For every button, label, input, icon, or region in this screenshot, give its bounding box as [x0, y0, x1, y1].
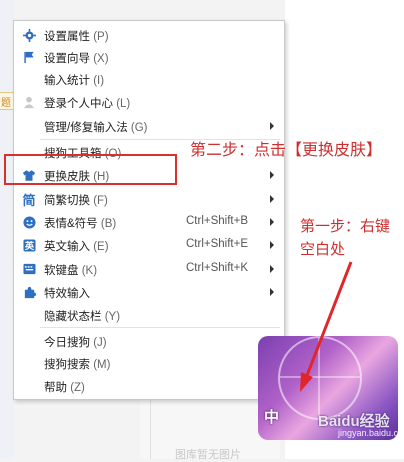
- menu-item-label: 软键盘: [44, 265, 79, 277]
- menu-item-label: 输入统计: [44, 75, 90, 87]
- background-notice-strip: 题: [0, 92, 14, 110]
- menu-item-key: (J): [93, 337, 107, 349]
- background-bottom-text: 图库暂无图片: [175, 449, 241, 461]
- menu-item-label: 设置属性: [44, 31, 90, 43]
- user-icon: [22, 95, 36, 109]
- menu-item-label: 英文输入: [44, 241, 90, 253]
- menu-item-login[interactable]: 登录个人中心 (L): [14, 92, 284, 112]
- menu-separator: [40, 327, 280, 328]
- puzzle-icon: [22, 285, 36, 299]
- watermark-url: jingyan.baidu.com: [338, 428, 398, 438]
- menu-item-key: (Z): [70, 382, 85, 394]
- menu-item-key: (I): [93, 75, 105, 87]
- keyboard-icon: [22, 262, 36, 276]
- menu-item-label: 管理/修复输入法: [44, 122, 128, 134]
- menu-item-manage-repair[interactable]: 管理/修复输入法 (G): [14, 116, 284, 136]
- menu-item-simp-trad[interactable]: 简 简繁切换 (F): [14, 189, 284, 209]
- svg-text:英: 英: [24, 239, 34, 250]
- submenu-arrow-icon: [270, 241, 274, 249]
- context-menu: 设置属性 (P) 设置向导 (X) 输入统计 (I) 登录个人中心 (L) 管理…: [13, 20, 285, 400]
- menu-item-today-sogou[interactable]: 今日搜狗 (J): [14, 331, 284, 351]
- background-divider: [150, 398, 151, 459]
- background-left-panel: [0, 0, 14, 459]
- menu-item-key: (X): [93, 53, 109, 65]
- menu-item-key: (B): [100, 218, 117, 230]
- menu-item-label: 登录个人中心: [44, 98, 113, 110]
- menu-item-label: 隐藏状态栏: [44, 311, 102, 323]
- ferris-wheel-image: [278, 336, 362, 420]
- menu-item-label: 特效输入: [44, 288, 90, 300]
- menu-item-setup-wizard[interactable]: 设置向导 (X): [14, 47, 284, 67]
- notice-strip-text: 题: [1, 98, 11, 109]
- menu-item-help[interactable]: 帮助 (Z): [14, 376, 284, 396]
- english-icon: 英: [22, 238, 36, 252]
- submenu-arrow-icon: [270, 218, 274, 226]
- gear-icon: [22, 28, 36, 42]
- simplified-icon: 简: [22, 192, 36, 208]
- menu-item-shortcut: Ctrl+Shift+E: [186, 238, 248, 250]
- submenu-arrow-icon: [270, 265, 274, 273]
- submenu-arrow-icon: [270, 171, 274, 179]
- menu-item-key: (G): [130, 122, 148, 134]
- submenu-arrow-icon: [270, 288, 274, 296]
- menu-item-sogou-search[interactable]: 搜狗搜索 (M): [14, 353, 284, 373]
- menu-item-key: (L): [116, 98, 131, 110]
- menu-item-settings[interactable]: 设置属性 (P): [14, 25, 284, 45]
- highlight-box: [4, 154, 177, 185]
- menu-item-label: 简繁切换: [44, 195, 90, 207]
- menu-item-shortcut: Ctrl+Shift+K: [186, 262, 248, 274]
- menu-item-shortcut: Ctrl+Shift+B: [186, 215, 248, 227]
- annotation-step2: 第二步：点击【更换皮肤】: [190, 142, 383, 159]
- menu-item-label: 搜狗搜索: [44, 359, 90, 371]
- menu-item-label: 表情&符号: [44, 218, 98, 230]
- menu-item-key: (E): [93, 241, 109, 253]
- menu-item-key: (K): [81, 265, 98, 277]
- menu-item-label: 设置向导: [44, 53, 90, 65]
- annotation-step1: 第一步：右键空白处: [300, 218, 391, 258]
- menu-item-soft-keyboard[interactable]: 软键盘 (K) Ctrl+Shift+K: [14, 259, 284, 279]
- menu-item-english-input[interactable]: 英 英文输入 (E) Ctrl+Shift+E: [14, 235, 284, 255]
- menu-item-effect-input[interactable]: 特效输入: [14, 282, 284, 302]
- flag-icon: [22, 50, 36, 64]
- menu-item-key: (Y): [104, 311, 121, 323]
- submenu-arrow-icon: [270, 122, 274, 130]
- smiley-icon: [22, 215, 36, 229]
- menu-item-key: (M): [93, 359, 111, 371]
- menu-item-key: (F): [93, 195, 108, 207]
- submenu-arrow-icon: [270, 195, 274, 203]
- menu-item-input-stats[interactable]: 输入统计 (I): [14, 69, 284, 89]
- ime-mode-indicator[interactable]: 中: [264, 406, 282, 426]
- menu-item-label: 今日搜狗: [44, 337, 90, 349]
- menu-item-key: (P): [93, 31, 109, 43]
- menu-item-hide-status-bar[interactable]: 隐藏状态栏 (Y): [14, 305, 284, 325]
- menu-item-label: 帮助: [44, 382, 67, 394]
- ime-status-bar-skin[interactable]: 中 Baidu经验 jingyan.baidu.com: [258, 336, 398, 440]
- menu-item-emoji-symbols[interactable]: 表情&符号 (B) Ctrl+Shift+B: [14, 212, 284, 232]
